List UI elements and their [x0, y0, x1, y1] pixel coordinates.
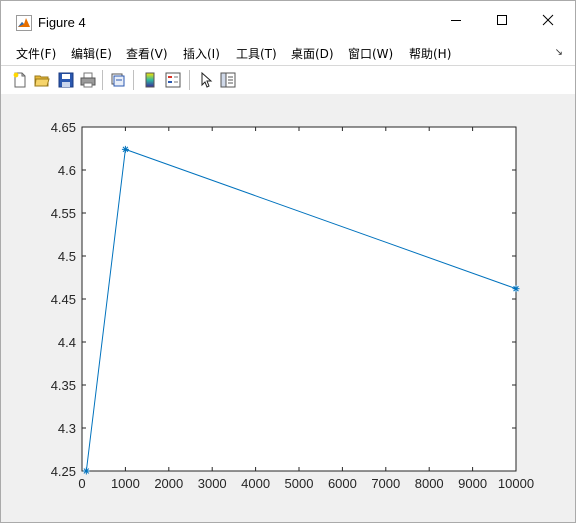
menu-view[interactable]: 查看(V) — [126, 45, 168, 62]
colorbar-icon[interactable] — [141, 71, 159, 89]
title-bar[interactable]: Figure 4 — [1, 1, 575, 39]
line-chart[interactable]: 0 1000 2000 3000 4000 5000 6000 7000 8000 9000 100… — [1, 94, 575, 522]
matlab-logo-icon — [16, 15, 32, 31]
minimize-icon — [451, 20, 461, 21]
data-point-marker — [82, 467, 90, 475]
maximize-icon — [497, 15, 507, 25]
pointer-icon[interactable] — [197, 71, 215, 89]
y-tick-label: 4.65 — [51, 120, 76, 135]
close-button[interactable] — [525, 1, 571, 39]
toolbar-separator — [133, 70, 134, 90]
x-tick-label: 7000 — [371, 476, 400, 491]
data-point-marker — [121, 145, 129, 153]
open-file-icon[interactable] — [33, 71, 51, 89]
y-tick-label: 4.6 — [58, 163, 76, 178]
y-tick-label: 4.25 — [51, 464, 76, 479]
y-tick-label: 4.3 — [58, 421, 76, 436]
menu-insert[interactable]: 插入(I) — [183, 45, 220, 62]
minimize-button[interactable] — [433, 1, 479, 39]
y-tick-label: 4.35 — [51, 378, 76, 393]
menu-bar: 文件(F) 编辑(E) 查看(V) 插入(I) 工具(T) 桌面(D) 窗口(W… — [1, 39, 575, 65]
x-tick-label: 5000 — [285, 476, 314, 491]
x-tick-label: 10000 — [498, 476, 534, 491]
x-tick-label: 1000 — [111, 476, 140, 491]
y-tick-label: 4.55 — [51, 206, 76, 221]
menu-window[interactable]: 窗口(W) — [348, 45, 393, 62]
toolbar-separator — [102, 70, 103, 90]
x-tick-label: 9000 — [458, 476, 487, 491]
menu-desktop[interactable]: 桌面(D) — [291, 45, 334, 62]
maximize-button[interactable] — [479, 1, 525, 39]
save-icon[interactable] — [57, 71, 75, 89]
menu-tools[interactable]: 工具(T) — [236, 45, 277, 62]
y-tick-label: 4.4 — [58, 335, 76, 350]
x-tick-label: 8000 — [415, 476, 444, 491]
print-icon[interactable] — [79, 71, 97, 89]
figure-canvas: 0 1000 2000 3000 4000 5000 6000 7000 8000 9000 100… — [1, 94, 575, 522]
x-tick-label: 4000 — [241, 476, 270, 491]
menu-file[interactable]: 文件(F) — [16, 45, 56, 62]
menu-dock-arrow-icon[interactable]: ↘ — [555, 47, 563, 58]
x-tick-label: 3000 — [198, 476, 227, 491]
menu-edit[interactable]: 编辑(E) — [71, 45, 112, 62]
new-figure-icon[interactable] — [11, 71, 29, 89]
y-tick-label: 4.45 — [51, 292, 76, 307]
figure-window: Figure 4 文件(F) 编辑(E) 查看(V) 插入(I) 工具(T) 桌… — [0, 0, 576, 523]
plot-area — [82, 127, 516, 471]
toolbar — [1, 65, 575, 95]
y-tick-label: 4.5 — [58, 249, 76, 264]
window-title: Figure 4 — [38, 15, 86, 30]
toolbar-separator — [189, 70, 190, 90]
x-tick-label: 2000 — [154, 476, 183, 491]
property-editor-icon[interactable] — [219, 71, 237, 89]
link-plot-icon[interactable] — [109, 71, 127, 89]
menu-help[interactable]: 帮助(H) — [409, 45, 451, 62]
x-tick-label: 0 — [78, 476, 85, 491]
close-icon — [542, 14, 554, 26]
x-tick-label: 6000 — [328, 476, 357, 491]
legend-icon[interactable] — [164, 71, 182, 89]
